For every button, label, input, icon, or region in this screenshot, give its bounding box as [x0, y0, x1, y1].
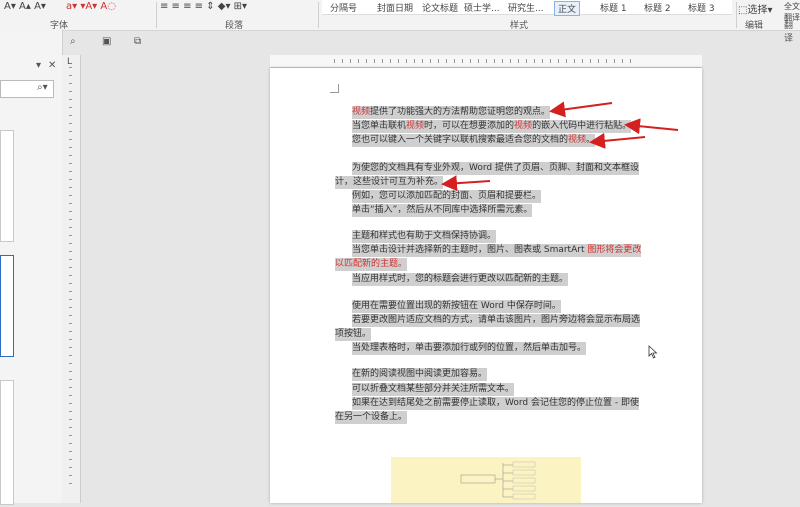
mouse-cursor-icon — [648, 345, 658, 359]
annotation-arrow — [589, 132, 646, 149]
annotation-arrow — [441, 175, 491, 192]
annotation-arrow — [624, 118, 679, 135]
annotation-arrow — [549, 101, 613, 118]
annotation-arrows — [441, 101, 679, 192]
